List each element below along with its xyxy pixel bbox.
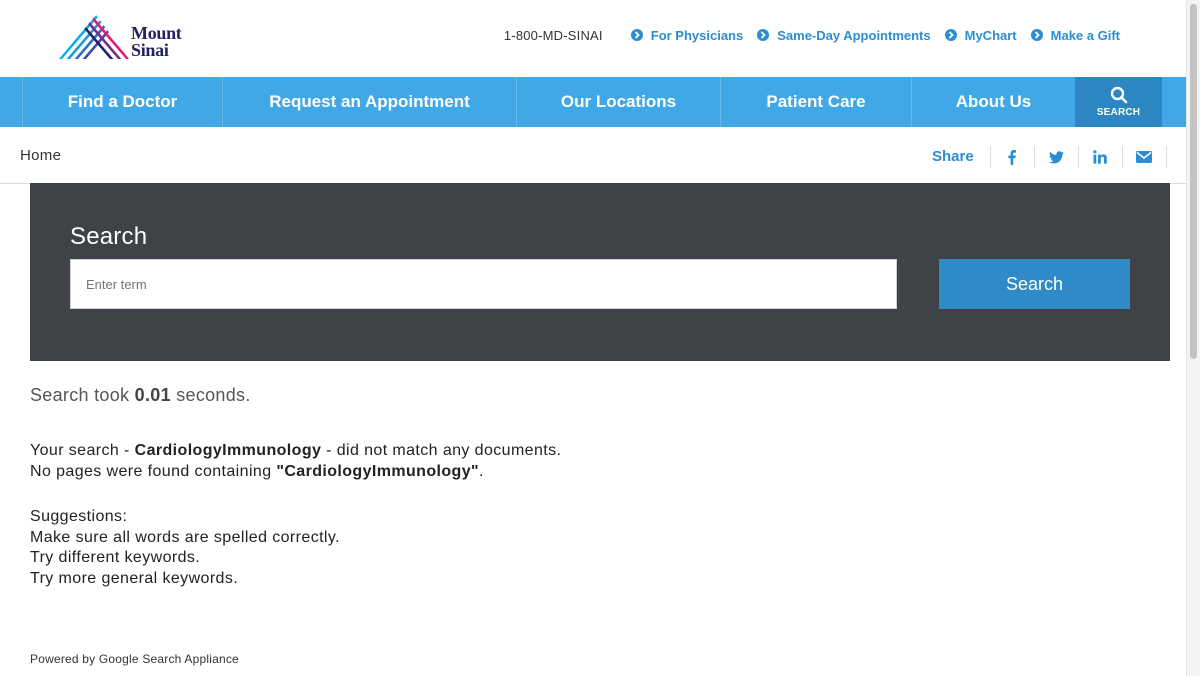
twitter-icon (1048, 150, 1064, 163)
suggestion-item: Try different keywords. (30, 549, 201, 566)
for-physicians-link[interactable]: For Physicians (630, 27, 744, 43)
facebook-icon (1008, 149, 1017, 165)
search-submit-button[interactable]: Search (939, 259, 1130, 309)
no-pages-query: "CardiologyImmunology" (276, 463, 479, 480)
suggestion-item: Make sure all words are spelled correctl… (30, 528, 340, 546)
nav-item-patient-care[interactable]: Patient Care (720, 77, 911, 127)
search-time-suffix: seconds. (170, 385, 251, 405)
linkedin-icon (1093, 150, 1108, 164)
mount-sinai-logo[interactable]: Mount Sinai (58, 14, 198, 62)
search-panel: Search Search (30, 183, 1170, 361)
search-time: Search took 0.01 seconds. (30, 385, 251, 406)
logo-mark-icon (59, 15, 129, 59)
nav-search-label: SEARCH (1096, 107, 1141, 118)
email-share-button[interactable] (1123, 146, 1167, 168)
linkedin-share-button[interactable] (1079, 146, 1123, 168)
scrollbar-thumb[interactable] (1190, 4, 1197, 359)
chevron-circle-right-icon (1030, 29, 1043, 41)
nav-search-button[interactable]: SEARCH (1075, 77, 1162, 127)
for-physicians-label: For Physicians (650, 27, 744, 43)
no-pages-prefix: No pages were found containing (30, 463, 277, 480)
utility-nav: 1-800-MD-SINAI For Physicians Same-Day A… (504, 26, 1120, 44)
search-time-prefix: Search took (30, 385, 135, 405)
suggestions-title: Suggestions: (30, 508, 128, 525)
make-a-gift-label: Make a Gift (1050, 27, 1120, 43)
nav-item-our-locations[interactable]: Our Locations (516, 77, 720, 127)
no-match-prefix: Your search - (30, 442, 135, 459)
make-a-gift-link[interactable]: Make a Gift (1030, 27, 1120, 43)
breadcrumb-home[interactable]: Home (20, 147, 61, 164)
no-match-suffix: - did not match any documents. (321, 442, 562, 459)
suggestion-item: Try more general keywords. (30, 569, 239, 587)
email-icon (1136, 151, 1153, 163)
chevron-circle-right-icon (757, 29, 770, 41)
chevron-circle-right-icon (944, 29, 957, 41)
no-pages-suffix: . (479, 463, 484, 480)
search-input[interactable] (70, 259, 897, 309)
twitter-share-button[interactable] (1035, 146, 1079, 168)
chevron-circle-right-icon (630, 29, 643, 41)
share-bar: Share (924, 146, 1167, 168)
search-time-value: 0.01 (134, 385, 171, 405)
share-label: Share (924, 146, 991, 168)
logo-text-sinai: Sinai (131, 40, 169, 60)
same-day-appointments-link[interactable]: Same-Day Appointments (757, 27, 931, 43)
no-match-line: Your search - CardiologyImmunology - did… (30, 440, 561, 461)
no-results-message: Your search - CardiologyImmunology - did… (30, 440, 561, 482)
breadcrumb-bar: Home Share (0, 127, 1186, 184)
mychart-label: MyChart (964, 27, 1017, 43)
mychart-link[interactable]: MyChart (944, 27, 1017, 43)
facebook-share-button[interactable] (991, 146, 1035, 168)
nav-item-request-appointment[interactable]: Request an Appointment (222, 77, 516, 127)
vertical-scrollbar[interactable] (1186, 0, 1200, 676)
no-pages-line: No pages were found containing "Cardiolo… (30, 461, 561, 482)
same-day-appointments-label: Same-Day Appointments (777, 27, 931, 43)
phone-number[interactable]: 1-800-MD-SINAI (504, 28, 603, 43)
suggestions: Suggestions: Make sure all words are spe… (30, 507, 340, 589)
search-title: Search (70, 223, 148, 250)
page: Mount Sinai 1-800-MD-SINAI For Physician… (0, 0, 1186, 676)
powered-by-footer: Powered by Google Search Appliance (30, 652, 239, 666)
nav-item-find-a-doctor[interactable]: Find a Doctor (22, 77, 222, 127)
main-nav: Find a Doctor Request an Appointment Our… (0, 77, 1186, 127)
search-query: CardiologyImmunology (134, 442, 322, 459)
nav-item-about-us[interactable]: About Us (911, 77, 1075, 127)
search-icon (1110, 86, 1127, 104)
